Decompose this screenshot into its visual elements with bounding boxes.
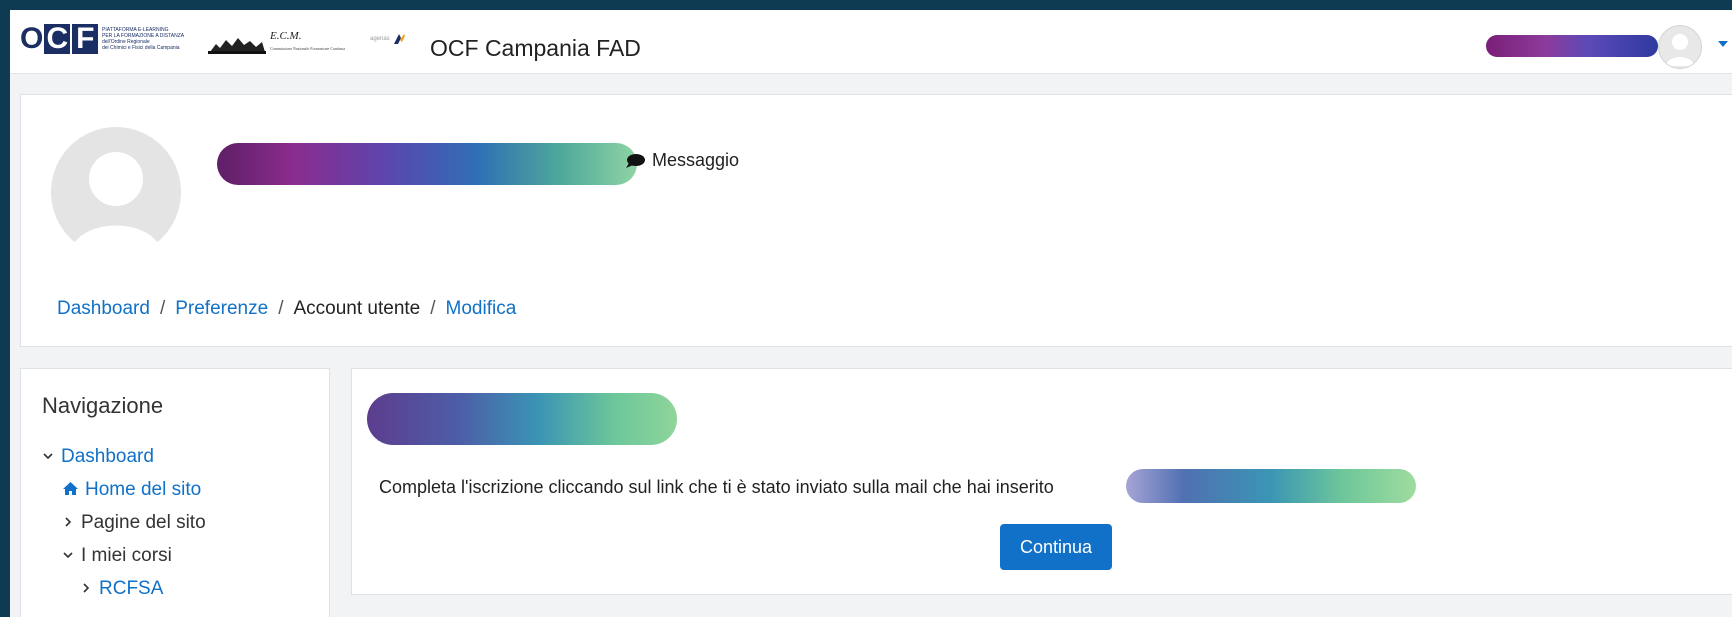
breadcrumb-account-utente: Account utente — [293, 298, 421, 319]
breadcrumb-separator: / — [278, 298, 284, 319]
ecm-subtitle: Commissione Nazionale Formazione Continu… — [270, 46, 345, 51]
nav-item-i-miei-corsi[interactable]: I miei corsi — [61, 545, 172, 567]
nav-item-label[interactable]: Home del sito — [85, 479, 201, 501]
top-navbar: O C F PIATTAFORMA E-LEARNING PER LA FORM… — [10, 10, 1732, 74]
ecm-title: E.C.M. — [270, 30, 302, 42]
nav-item-label[interactable]: RCFSA — [99, 578, 163, 600]
user-menu-caret-icon[interactable] — [1718, 41, 1728, 47]
navigation-block: Navigazione Dashboard Home del sito Pagi… — [20, 368, 330, 617]
default-user-icon — [69, 152, 163, 257]
breadcrumb-separator: / — [159, 298, 166, 319]
main-content: Completa l'iscrizione cliccando sul link… — [351, 368, 1732, 595]
nav-item-pagine-del-sito[interactable]: Pagine del sito — [61, 512, 206, 534]
site-title[interactable]: OCF Campania FAD — [430, 35, 641, 62]
profile-avatar — [51, 127, 181, 257]
navigation-title: Navigazione — [42, 393, 164, 418]
ocf-logo[interactable]: O C F — [20, 24, 99, 54]
chevron-down-icon[interactable] — [41, 449, 55, 465]
page-header: Messaggio Dashboard / Preferenze / Account u… — [20, 94, 1732, 347]
chevron-right-icon[interactable] — [79, 581, 93, 597]
ecm-logo: E.C.M. Commissione Nazionale Formazione … — [270, 30, 345, 51]
browser-viewport: O C F PIATTAFORMA E-LEARNING PER LA FORM… — [10, 10, 1732, 617]
breadcrumb: Dashboard / Preferenze / Account utente / Modi… — [57, 298, 516, 320]
continue-button[interactable]: Continua — [1000, 524, 1112, 570]
agenas-text: agenas — [370, 36, 390, 42]
nav-item-label[interactable]: Pagine del sito — [81, 512, 206, 534]
logo-letter-o: O — [20, 22, 44, 55]
redacted-profile-name — [217, 143, 637, 185]
logo-tagline: PIATTAFORMA E-LEARNING PER LA FORMAZIONE… — [102, 27, 214, 51]
message-label: Messaggio — [652, 150, 740, 170]
chevron-right-icon[interactable] — [61, 515, 75, 531]
registration-notice: Completa l'iscrizione cliccando sul link… — [379, 477, 1054, 497]
chevron-down-icon[interactable] — [61, 548, 75, 564]
logo-letter-c: C — [44, 24, 71, 54]
user-avatar-icon — [1666, 34, 1694, 66]
home-icon — [61, 481, 79, 499]
agenas-logo: agenas — [370, 32, 406, 46]
redacted-heading — [367, 393, 677, 445]
redacted-user-name — [1486, 35, 1658, 57]
breadcrumb-separator: / — [430, 298, 436, 319]
nav-item-label[interactable]: Dashboard — [61, 446, 154, 468]
breadcrumb-dashboard[interactable]: Dashboard — [57, 298, 150, 319]
message-button[interactable]: Messaggio — [625, 150, 739, 171]
logo-tagline-line: dei Chimici e Fisici della Campania — [102, 45, 180, 51]
speech-bubble-icon — [626, 153, 645, 168]
ecm-figures-logo-icon — [208, 38, 266, 54]
nav-item-rcfsa[interactable]: RCFSA — [79, 578, 163, 600]
user-avatar[interactable] — [1658, 25, 1702, 69]
nav-item-dashboard[interactable]: Dashboard — [41, 446, 154, 468]
breadcrumb-preferenze[interactable]: Preferenze — [175, 298, 268, 319]
redacted-email — [1126, 469, 1416, 503]
logo-letter-f: F — [72, 24, 99, 54]
agenas-mark-icon — [393, 34, 405, 44]
breadcrumb-modifica[interactable]: Modifica — [446, 298, 517, 319]
nav-item-label[interactable]: I miei corsi — [81, 545, 172, 567]
nav-item-home[interactable]: Home del sito — [61, 479, 201, 501]
